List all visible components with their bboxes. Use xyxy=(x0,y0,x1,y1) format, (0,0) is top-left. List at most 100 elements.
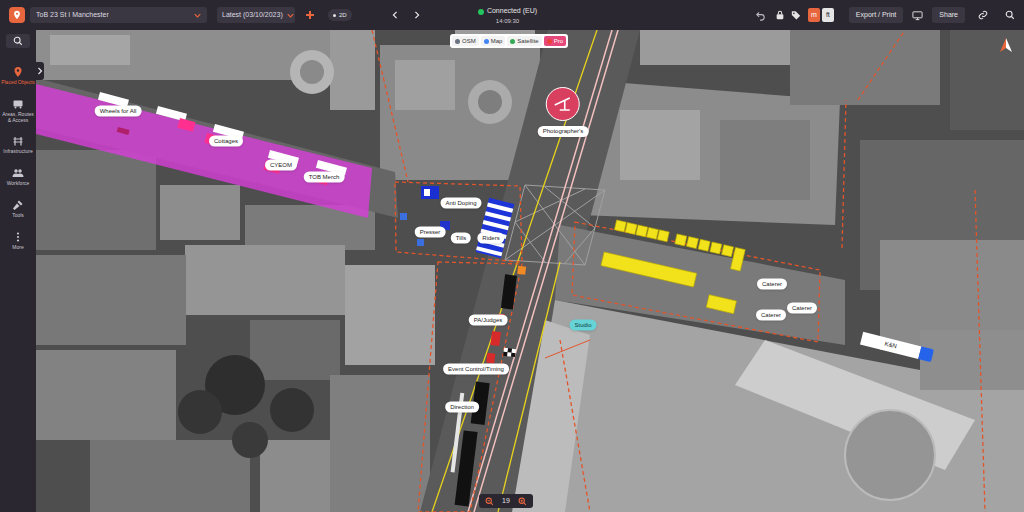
map-label-text: Event Control/Timing xyxy=(448,366,504,372)
app: ToB 23 St I Manchester Latest (03/10/2023… xyxy=(0,0,1024,512)
collapse-icon[interactable] xyxy=(36,62,44,80)
monitor-icon[interactable] xyxy=(912,10,923,21)
map-label[interactable]: TOB Merch xyxy=(304,172,345,183)
map-style-icon xyxy=(455,39,460,44)
unit-label: m xyxy=(811,10,817,21)
map-label-text: Direction xyxy=(450,404,474,410)
unit-button[interactable]: ft xyxy=(822,8,834,22)
vehicle-body: K&N xyxy=(860,332,921,359)
sidebar-label: Tools xyxy=(1,213,36,219)
add-icon[interactable] xyxy=(304,9,316,21)
map-label-text: Studio xyxy=(574,322,591,328)
tag-icon[interactable] xyxy=(791,10,801,20)
workspace: Placed Objects Areas, Routes & Access Infr… xyxy=(0,30,1024,512)
sidebar-item[interactable]: More xyxy=(0,225,36,257)
zoom-out-icon[interactable] xyxy=(485,497,494,506)
map-imagery[interactable] xyxy=(36,30,1024,512)
map-label[interactable]: PA/Judges xyxy=(469,315,508,326)
map-label[interactable]: Event Control/Timing xyxy=(443,364,509,375)
sidebar-label: Infrastructure xyxy=(1,149,36,155)
map-label[interactable]: Tills xyxy=(451,233,471,244)
roads xyxy=(36,30,1024,512)
sidebar-item[interactable]: Placed Objects xyxy=(0,60,36,92)
view-mode-label: 2D xyxy=(339,11,347,20)
sidebar-item[interactable]: Workforce xyxy=(0,161,36,193)
zoom-control: 19 xyxy=(479,494,533,508)
forward-icon[interactable] xyxy=(412,10,422,20)
barriers xyxy=(400,186,514,258)
compass-icon[interactable] xyxy=(999,37,1013,53)
map-label[interactable]: Wheels for All xyxy=(95,106,142,117)
unit-button[interactable]: m xyxy=(808,8,820,22)
event-zones xyxy=(36,30,985,512)
map-style-label: Pro xyxy=(554,37,563,46)
page: {"topbar": {"event": "ToB 23 St I Manche… xyxy=(0,0,1024,512)
toolbar-right: mft Export / Print Share xyxy=(537,7,1024,23)
toolbar-left: ToB 23 St I Manchester Latest (03/10/2023… xyxy=(0,7,478,23)
export-label: Export / Print xyxy=(856,10,896,21)
sidebar: Placed Objects Areas, Routes & Access Infr… xyxy=(0,30,36,512)
map-label-text: Caterer xyxy=(761,312,781,318)
map-label[interactable]: Caterer xyxy=(787,303,817,314)
map-label-text: CYEOM xyxy=(270,162,292,168)
more-icon xyxy=(12,231,24,243)
map-label-text: Cottages xyxy=(214,138,238,144)
sidebar-label: More xyxy=(1,245,36,251)
caret-icon xyxy=(287,12,294,19)
map-label[interactable]: Caterer xyxy=(756,310,786,321)
buildings xyxy=(36,30,1024,512)
pin-label: Photographer's xyxy=(538,126,589,137)
view-mode-toggle[interactable]: 2D xyxy=(328,9,352,21)
connection-status: Connected (EU)14:09:30 xyxy=(478,6,537,24)
map-label[interactable]: CYEOM xyxy=(265,160,297,171)
map-label-text: Caterer xyxy=(762,281,782,287)
map-style-icon xyxy=(547,39,552,44)
share-label: Share xyxy=(939,10,958,21)
map-style-tab[interactable]: Satellite xyxy=(507,36,541,46)
sidebar-item[interactable]: Tools xyxy=(0,193,36,225)
link-icon[interactable] xyxy=(978,10,988,20)
map-label-text: Wheels for All xyxy=(100,108,137,114)
map-label[interactable]: Riders xyxy=(477,233,504,244)
map-label[interactable]: Cottages xyxy=(209,136,243,147)
caret-icon xyxy=(194,12,201,19)
map-label-text: Caterer xyxy=(792,305,812,311)
share-button[interactable]: Share xyxy=(932,7,965,23)
event-select[interactable]: ToB 23 St I Manchester xyxy=(30,7,207,23)
status-dot xyxy=(478,9,484,15)
connection-label: Connected (EU) xyxy=(487,6,537,17)
zoom-in-icon[interactable] xyxy=(518,497,527,506)
map-label-text: PA/Judges xyxy=(474,317,503,323)
people-icon xyxy=(12,167,24,179)
pin-icon xyxy=(12,66,24,78)
map-label[interactable]: Anti Doping xyxy=(440,198,481,209)
map-style-tab[interactable]: Map xyxy=(481,36,506,46)
map-style-tab[interactable]: OSM xyxy=(452,36,479,46)
search-icon[interactable] xyxy=(1005,10,1015,20)
camera-crane-icon xyxy=(546,87,580,121)
map-label-text: Presser xyxy=(420,229,441,235)
undo-icon[interactable] xyxy=(755,10,766,21)
map-overlay: OSM Map Satellite Pro Wheels for All Cottages… xyxy=(36,30,1024,512)
lock-icon[interactable] xyxy=(775,10,785,20)
sidebar-label: Areas, Routes & Access xyxy=(1,112,36,124)
vehicle[interactable]: K&N xyxy=(860,332,934,362)
sidebar-item[interactable]: Areas, Routes & Access xyxy=(0,92,36,130)
map-style-label: Map xyxy=(491,37,503,46)
map-label[interactable]: Presser xyxy=(415,227,446,238)
map-style-tab[interactable]: Pro xyxy=(544,36,566,46)
logo-icon[interactable] xyxy=(9,7,25,23)
map-label[interactable]: Caterer xyxy=(757,279,787,290)
version-select[interactable]: Latest (03/10/2023) xyxy=(217,7,295,23)
map-style-label: Satellite xyxy=(517,37,538,46)
map-label[interactable]: Studio xyxy=(569,320,596,331)
map-style-icon xyxy=(484,39,489,44)
back-icon[interactable] xyxy=(390,10,400,20)
map-label[interactable]: Direction xyxy=(445,402,479,413)
map[interactable]: OSM Map Satellite Pro Wheels for All Cottages… xyxy=(36,30,1024,512)
export-button[interactable]: Export / Print xyxy=(849,7,903,23)
search-icon[interactable] xyxy=(6,34,30,48)
sidebar-item[interactable]: Infrastructure xyxy=(0,129,36,161)
map-pin[interactable]: Photographer's xyxy=(538,87,589,137)
zoom-level: 19 xyxy=(502,496,510,507)
